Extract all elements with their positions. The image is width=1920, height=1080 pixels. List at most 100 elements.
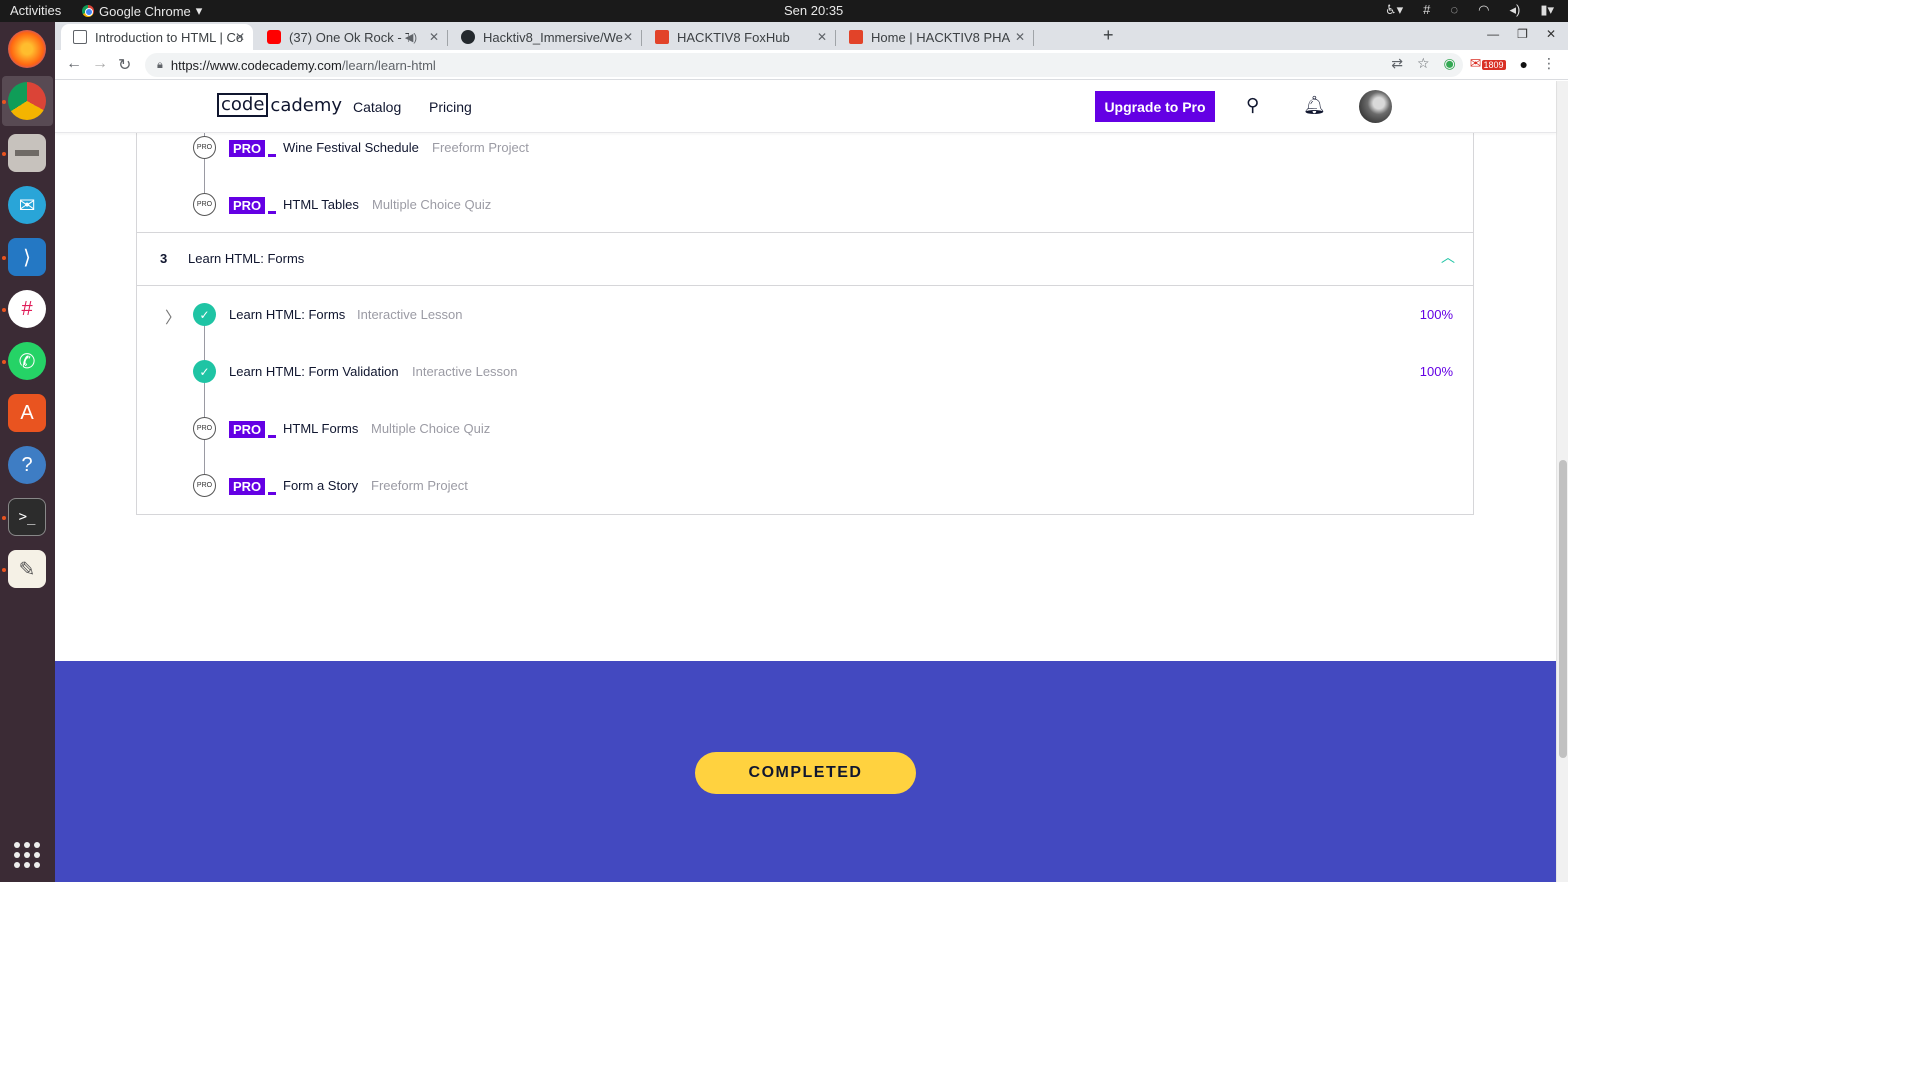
close-tab-icon[interactable]: ✕ (235, 30, 245, 44)
chrome-menu-icon[interactable]: ⋮ (1542, 55, 1556, 72)
bookmark-star-icon[interactable]: ☆ (1417, 55, 1430, 72)
firefox-icon[interactable] (8, 30, 46, 68)
software-center-icon[interactable]: A (8, 394, 46, 432)
url-path: /learn/learn-html (341, 57, 436, 73)
pro-badge-cursor (268, 154, 277, 157)
accessibility-icon[interactable]: ♿▾ (1385, 2, 1403, 18)
item-type: Interactive Lesson (412, 364, 518, 379)
list-item[interactable]: PRO PRO HTML Forms Multiple Choice Quiz (137, 414, 1473, 444)
window-controls: — ❐ ✕ (1487, 27, 1556, 41)
chevron-right-icon[interactable]: 〉 (165, 304, 181, 328)
item-title[interactable]: Wine Festival Schedule (283, 140, 419, 155)
tab-codecademy[interactable]: Introduction to HTML | Co ✕ (61, 24, 253, 50)
list-item[interactable]: PRO PRO Wine Festival Schedule Freeform … (137, 133, 1473, 163)
running-indicator (2, 100, 6, 104)
logo-code: code (217, 93, 269, 117)
close-tab-icon[interactable]: ✕ (429, 30, 439, 44)
nav-pricing[interactable]: Pricing (429, 99, 472, 115)
tab-separator (1033, 30, 1034, 46)
minimize-icon[interactable]: — (1487, 27, 1499, 41)
files-icon[interactable] (8, 134, 46, 172)
app-menu[interactable]: Google Chrome ▾ (82, 3, 202, 19)
avatar[interactable] (1359, 90, 1392, 123)
item-type: Multiple Choice Quiz (371, 421, 491, 436)
translate-icon[interactable]: ⇄ (1391, 55, 1403, 72)
mail-icon[interactable]: ✉ (8, 186, 46, 224)
list-item[interactable]: 〉 ✓ Learn HTML: Forms Interactive Lesson… (137, 300, 1473, 330)
upgrade-to-pro-button[interactable]: Upgrade to Pro (1095, 91, 1215, 122)
toolbar: ← → ↻ 🔒︎ https://www.codecademy.com/lear… (55, 50, 1568, 80)
whatsapp-tray-icon[interactable]: ◌ (1450, 2, 1458, 18)
close-tab-icon[interactable]: ✕ (623, 30, 633, 44)
toolbar-icons: ⇄ ☆ ◉ ✉ 1809 ● ⋮ (1391, 55, 1556, 72)
item-title[interactable]: HTML Tables (283, 197, 359, 212)
maximize-icon[interactable]: ❐ (1517, 27, 1528, 41)
terminal-icon[interactable]: >_ (8, 498, 46, 536)
caret-down-icon: ▾ (195, 3, 203, 18)
tab-foxhub[interactable]: HACKTIV8 FoxHub ✕ (643, 24, 836, 50)
item-title[interactable]: Learn HTML: Forms (229, 307, 345, 322)
slack-icon[interactable]: # (8, 290, 46, 328)
pro-badge: PRO (229, 421, 277, 438)
vscode-icon[interactable]: ⟩ (8, 238, 46, 276)
help-icon[interactable]: ? (8, 446, 46, 484)
show-applications-icon[interactable] (14, 842, 40, 868)
item-progress: 100% (1419, 364, 1453, 379)
new-tab-button[interactable]: + (1103, 25, 1114, 46)
pro-badge-cursor (268, 492, 277, 495)
pro-badge: PRO (229, 197, 277, 214)
close-tab-icon[interactable]: ✕ (817, 30, 827, 44)
chrome-dock-icon[interactable] (8, 82, 46, 120)
tab-hacktiv8-home[interactable]: Home | HACKTIV8 PHASE ✕ (837, 24, 1034, 50)
address-bar[interactable]: 🔒︎ https://www.codecademy.com/learn/lear… (145, 53, 1463, 77)
extension-icon[interactable]: ◉ (1444, 55, 1456, 72)
close-window-icon[interactable]: ✕ (1546, 27, 1556, 41)
list-item[interactable]: PRO PRO HTML Tables Multiple Choice Quiz (137, 190, 1473, 220)
slack-tray-icon[interactable]: # (1423, 2, 1430, 18)
page-viewport: PRO PRO Wine Festival Schedule Freeform … (55, 81, 1568, 882)
wifi-icon: ◠ (1478, 2, 1490, 17)
back-icon[interactable]: ← (66, 55, 82, 73)
completed-check-icon: ✓ (193, 360, 216, 383)
progress-rail (204, 315, 205, 486)
system-tray[interactable]: ♿▾ # ◌ ◠ ◂) ▮▾ (1385, 2, 1554, 18)
item-title[interactable]: Form a Story (283, 478, 358, 493)
chevron-up-icon[interactable]: ︿ (1441, 247, 1455, 267)
tab-title: (37) One Ok Rock - The (289, 29, 409, 45)
logo-academy: cademy (270, 94, 343, 116)
text-editor-icon[interactable]: ✎ (8, 550, 46, 588)
profile-extension-icon[interactable]: ● (1520, 56, 1528, 72)
audio-playing-icon[interactable]: ◀) (405, 31, 417, 44)
list-item[interactable]: ✓ Learn HTML: Form Validation Interactiv… (137, 357, 1473, 387)
whatsapp-icon[interactable]: ✆ (8, 342, 46, 380)
codecademy-logo[interactable]: code cademy (217, 93, 342, 117)
nav-catalog[interactable]: Catalog (353, 99, 401, 115)
reload-icon[interactable]: ↻ (118, 55, 131, 75)
scrollbar-thumb[interactable] (1559, 460, 1567, 758)
page-scrollbar[interactable] (1556, 81, 1568, 882)
activities-button[interactable]: Activities (10, 3, 61, 18)
completion-banner: COMPLETED (55, 661, 1556, 882)
item-title[interactable]: HTML Forms (283, 421, 358, 436)
lock-icon[interactable]: 🔒︎ (157, 59, 163, 72)
running-indicator (2, 568, 6, 572)
gmail-extension-icon[interactable]: ✉ 1809 (1470, 55, 1506, 72)
pro-badge-cursor (268, 211, 277, 214)
tab-strip: Introduction to HTML | Co ✕ (37) One Ok … (55, 22, 1568, 50)
tab-youtube[interactable]: (37) One Ok Rock - The ◀) ✕ (255, 24, 448, 50)
pro-lock-circle: PRO (193, 474, 216, 497)
item-title[interactable]: Learn HTML: Form Validation (229, 364, 399, 379)
close-tab-icon[interactable]: ✕ (1015, 30, 1025, 44)
clock[interactable]: Sen 20:35 (784, 3, 843, 18)
item-type: Interactive Lesson (357, 307, 463, 322)
completed-button[interactable]: COMPLETED (695, 752, 916, 794)
forward-icon[interactable]: → (92, 55, 108, 73)
module-header[interactable]: 3 Learn HTML: Forms ︿ (137, 233, 1473, 285)
search-icon[interactable]: ⚲ (1246, 95, 1259, 116)
list-item[interactable]: PRO PRO Form a Story Freeform Project (137, 471, 1473, 501)
pro-lock-circle: PRO (193, 417, 216, 440)
pro-badge-cursor (268, 435, 277, 438)
module-number: 3 (160, 251, 168, 266)
bell-icon[interactable]: 🔔︎ (1303, 95, 1326, 116)
tab-github[interactable]: Hacktiv8_Immersive/Wee ✕ (449, 24, 642, 50)
